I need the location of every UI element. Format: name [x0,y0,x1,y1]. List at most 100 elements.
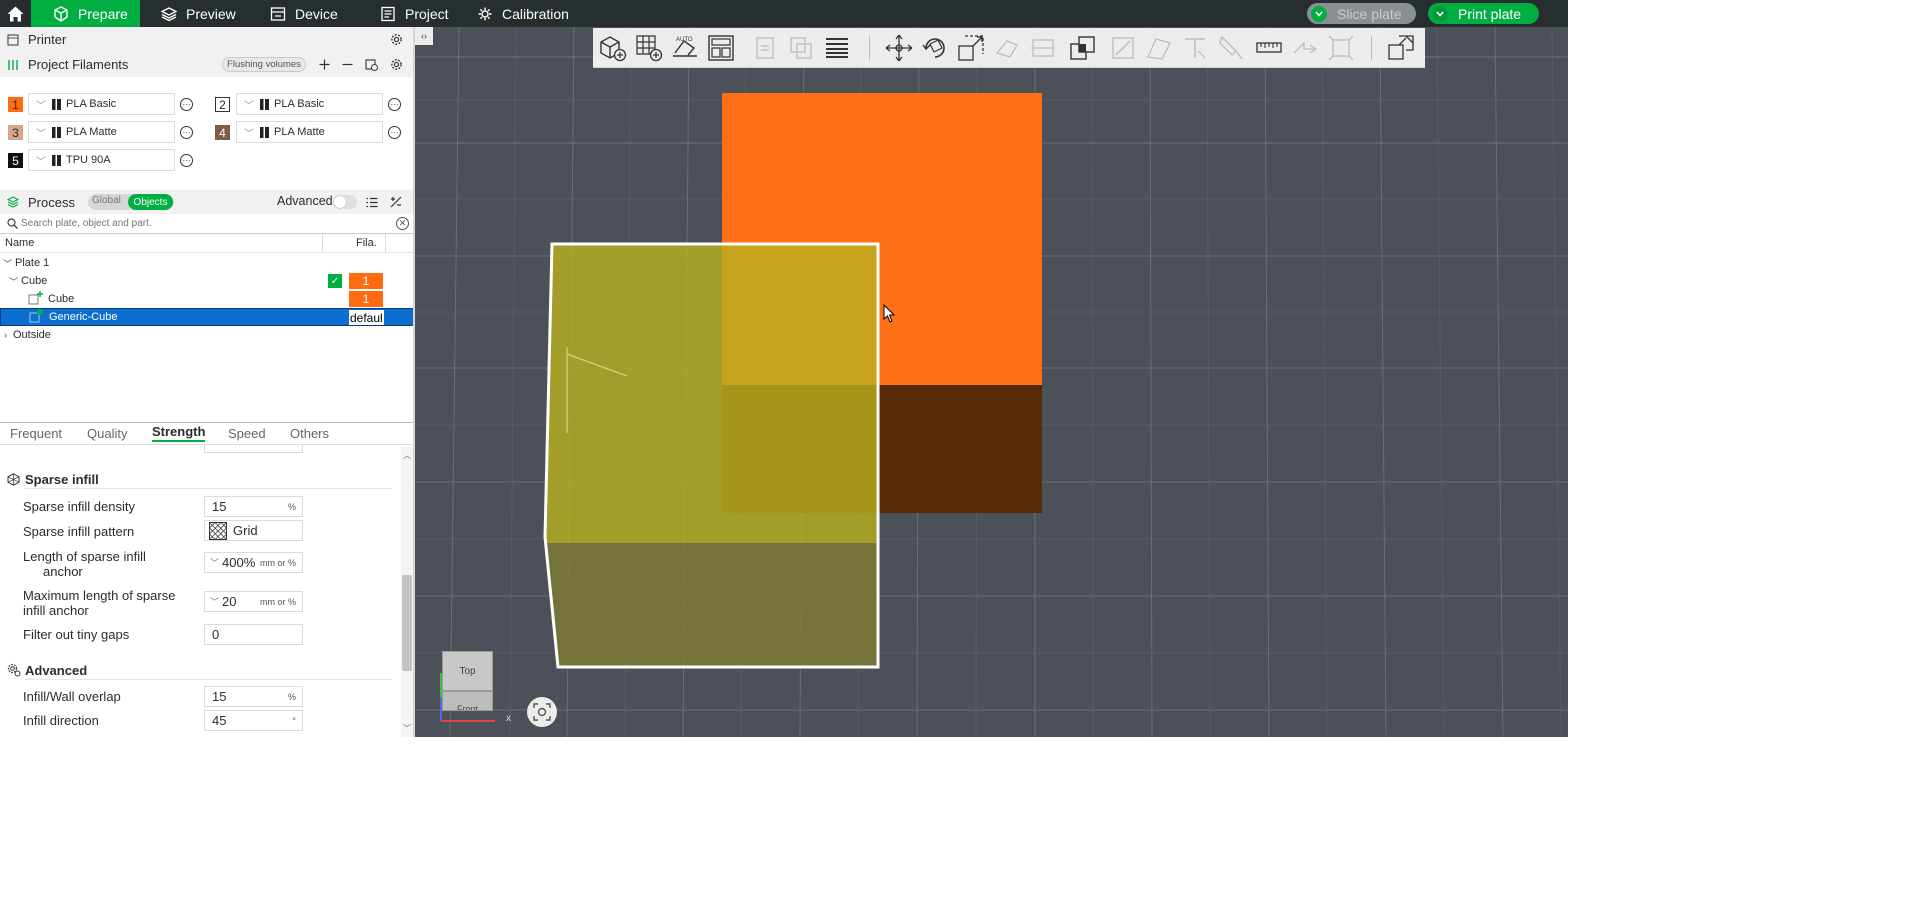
chevron-down-icon[interactable] [1432,5,1448,22]
density-input[interactable]: 15 % [204,496,303,517]
chevron-down-icon[interactable]: ﹀ [9,275,18,288]
filament-select-5[interactable]: ﹀ TPU 90A [28,149,175,171]
tree-row-part[interactable]: Cube 1 [0,290,415,308]
list-icon[interactable] [365,195,379,209]
more-options-icon[interactable]: ··· [180,126,193,139]
search-input[interactable] [21,218,381,229]
object-filament-badge[interactable]: 1 [349,273,383,289]
flushing-volumes-button[interactable]: Flushing volumes [222,57,306,72]
boolean-button[interactable] [1067,32,1099,64]
lay-on-face-button[interactable] [991,32,1023,64]
chevron-right-icon[interactable]: › [4,330,7,340]
scroll-up-icon[interactable]: ︿ [403,450,411,461]
scale-button[interactable] [955,32,987,64]
tab-project[interactable]: Project [380,0,449,27]
checkbox-checked-icon[interactable]: ✓ [328,274,342,288]
mouse-cursor-icon [883,304,896,323]
filament-number-4[interactable]: 4 [215,125,230,140]
modifier-filament-field[interactable]: defaul [349,310,384,325]
slice-plate-button[interactable]: Slice plate [1307,3,1416,24]
assembly-view-button[interactable] [1385,32,1417,64]
rotate-button[interactable] [919,32,951,64]
direction-input[interactable]: 45 ° [204,710,303,731]
move-button[interactable] [883,32,915,64]
printer-section-header[interactable]: Printer [0,27,415,52]
chevron-down-icon[interactable]: ﹀ [210,556,219,569]
add-plate-button[interactable] [633,32,665,64]
column-name-header[interactable]: Name [5,237,34,249]
gaps-input[interactable]: 0 [204,624,303,645]
split-parts-button[interactable] [785,32,817,64]
color-paint-button[interactable] [1215,32,1247,64]
3d-viewport[interactable]: Top Front x ‹› [415,27,1568,737]
split-objects-button[interactable] [749,32,781,64]
tree-row-plate[interactable]: ﹀ Plate 1 [0,254,415,272]
generic-cube-modifier[interactable] [415,27,1568,737]
arrange-button[interactable] [705,32,737,64]
remove-icon[interactable] [340,58,354,72]
measure-button[interactable] [1253,32,1285,64]
filament-select-3[interactable]: ﹀ PLA Matte [28,121,175,143]
chevron-down-icon[interactable]: ﹀ [3,257,12,270]
auto-orient-button[interactable]: AUTO [669,32,701,64]
tab-calibration[interactable]: Calibration [477,0,569,27]
anchor-combo[interactable]: ﹀ 400% mm or % [204,552,303,573]
tab-device[interactable]: Device [270,0,338,27]
chevron-down-icon: ﹀ [36,100,46,112]
support-paint-button[interactable] [1107,32,1139,64]
overlap-input[interactable]: 15 % [204,686,303,707]
tab-prepare[interactable]: Prepare [31,0,140,27]
fit-view-button[interactable] [527,697,557,727]
tree-row-outside[interactable]: › Outside [0,326,415,344]
part-filament-badge[interactable]: 1 [349,291,383,307]
tab-frequent[interactable]: Frequent [10,426,62,441]
tab-speed[interactable]: Speed [228,426,266,441]
add-icon[interactable] [317,58,331,72]
filament-number-3[interactable]: 3 [8,125,23,140]
tab-preview[interactable]: Preview [161,0,236,27]
more-options-icon[interactable]: ··· [388,98,401,111]
filament-select-2[interactable]: ﹀ PLA Basic [236,93,383,115]
print-plate-button[interactable]: Print plate [1428,3,1539,24]
scroll-down-icon[interactable]: ﹀ [403,723,411,734]
scrollbar-thumb[interactable] [402,575,412,671]
sync-filament-icon[interactable] [364,58,378,72]
more-options-icon[interactable]: ··· [180,98,193,111]
advanced-toggle[interactable] [333,195,357,209]
tree-row-modifier-selected[interactable]: Generic-Cube defaul [0,308,415,326]
assembly-button[interactable] [1289,32,1321,64]
settings-scrollbar[interactable]: ︿ ﹀ [401,447,413,737]
filament-number-2[interactable]: 2 [215,97,230,112]
pattern-select[interactable]: Grid [204,520,303,541]
chevron-down-icon[interactable]: ﹀ [210,595,219,608]
collapse-sidebar-button[interactable]: ‹› [415,27,433,45]
filament-select-4[interactable]: ﹀ PLA Matte [236,121,383,143]
more-options-icon[interactable]: ··· [180,154,193,167]
emboss-button[interactable] [1325,32,1357,64]
more-options-icon[interactable]: ··· [388,126,401,139]
clear-search-icon[interactable]: ✕ [396,217,409,230]
tab-quality[interactable]: Quality [87,426,127,441]
home-button[interactable] [0,0,31,27]
tab-others[interactable]: Others [290,426,329,441]
seam-paint-button[interactable] [1143,32,1175,64]
max-anchor-combo[interactable]: ﹀ 20 mm or % [204,591,303,612]
add-object-button[interactable] [597,32,629,64]
printer-label: Printer [28,32,67,47]
filament-select-1[interactable]: ﹀ PLA Basic [28,93,175,115]
gear-icon[interactable] [389,58,403,72]
text-tool-button[interactable] [1179,32,1211,64]
cut-button[interactable] [1027,32,1059,64]
toggle-global[interactable]: Global [92,195,121,206]
compare-icon[interactable] [389,195,403,209]
filament-number-1[interactable]: 1 [8,97,23,112]
tab-strength[interactable]: Strength [152,424,206,442]
toggle-objects[interactable]: Objects [128,194,173,210]
chevron-down-icon[interactable] [1311,5,1327,22]
column-filament-header[interactable]: Fila. [356,237,377,249]
tree-row-object[interactable]: ﹀ Cube ✓ 1 [0,272,415,290]
outside-label: Outside [13,329,51,341]
variable-layer-height-button[interactable] [821,32,853,64]
gear-icon[interactable] [389,33,403,47]
filament-number-5[interactable]: 5 [8,153,23,168]
